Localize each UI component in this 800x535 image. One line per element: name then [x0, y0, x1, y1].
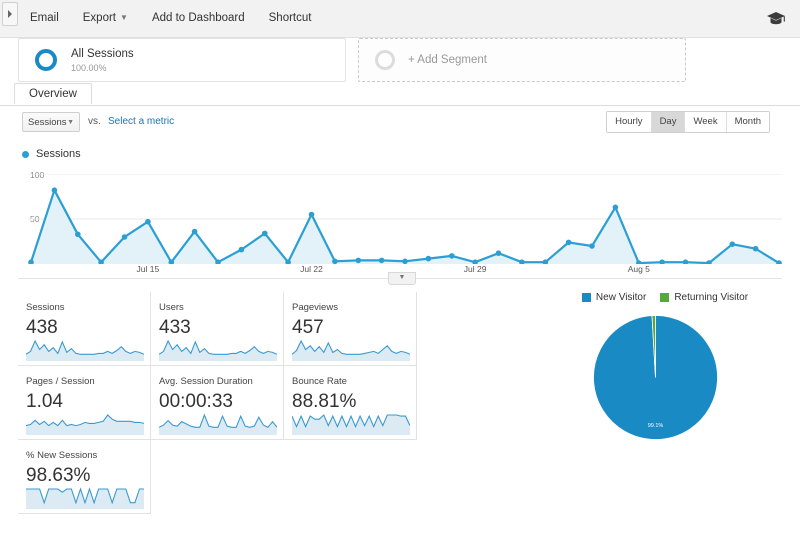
metric-card-title: Avg. Session Duration	[159, 376, 253, 387]
toolbar-email-button[interactable]: Email	[18, 11, 71, 25]
metric-card-bounce-rate[interactable]: Bounce Rate 88.81%	[284, 366, 417, 440]
toolbar-export-button[interactable]: Export ▼	[71, 11, 140, 25]
sessions-timeseries-chart: 100 50 Jul 15 Jul 22 Jul 29 Aug 5	[18, 164, 782, 274]
metric-cards-grid: Sessions 438 Users 433 Pageviews 457 Pag…	[18, 292, 438, 514]
metric-card-sparkline	[159, 339, 277, 361]
select-a-metric-link[interactable]: Select a metric	[108, 116, 174, 127]
metric-card-title: Pages / Session	[26, 376, 95, 387]
metric-card-title: Bounce Rate	[292, 376, 347, 387]
pie-legend-swatch	[581, 293, 591, 302]
metric-card-value: 457	[292, 317, 324, 338]
chevron-right-icon	[8, 10, 12, 18]
metric-card-sparkline	[292, 413, 410, 435]
metric-card-sparkline	[26, 339, 144, 361]
x-axis-tick-label: Jul 22	[300, 264, 323, 274]
x-axis-tick-label: Jul 29	[463, 264, 487, 274]
granularity-month-button[interactable]: Month	[726, 112, 769, 132]
analytics-audience-overview-page: Email Export▼ Add to Dashboard Shortcut	[0, 0, 800, 535]
metric-card-title: Pageviews	[292, 302, 338, 313]
metric-card-sparkline	[159, 413, 277, 435]
toolbar-email-label: Email	[30, 12, 59, 24]
add-segment-ring-icon	[375, 50, 395, 70]
toolbar-add-to-dashboard-label: Add to Dashboard	[151, 12, 245, 24]
metric-cards-row-1: Sessions 438 Users 433 Pageviews 457	[18, 292, 438, 366]
series-legend: Sessions	[22, 148, 81, 160]
new-vs-returning-pie-panel: New Visitor Returning Visitor 99.1%	[540, 292, 790, 467]
add-segment-button[interactable]: + Add Segment	[358, 38, 686, 82]
metric-card-percent-new-sessions[interactable]: % New Sessions 98.63%	[18, 440, 151, 514]
granularity-button-group: Hourly Day Week Month	[606, 111, 770, 133]
toolbar-export-label: Export	[82, 12, 117, 24]
pie-chart[interactable]	[593, 315, 718, 440]
metric-card-value: 00:00:33	[159, 391, 233, 412]
metric-card-avg-session-duration[interactable]: Avg. Session Duration 00:00:33	[151, 366, 284, 440]
metric-card-value: 1.04	[26, 391, 63, 412]
pie-legend-item-returning-visitor[interactable]: Returning Visitor	[660, 292, 748, 303]
series-legend-dot-icon	[22, 150, 29, 158]
pie-legend: New Visitor Returning Visitor	[540, 292, 790, 303]
primary-metric-label: Sessions	[28, 116, 67, 128]
pie-legend-label: Returning Visitor	[674, 292, 749, 303]
metric-card-pageviews[interactable]: Pageviews 457	[284, 292, 417, 366]
tab-overview[interactable]: Overview	[14, 83, 92, 104]
chevron-down-icon: ▼	[120, 13, 128, 22]
chart-plot-area[interactable]	[28, 174, 782, 264]
metric-card-pages-per-session[interactable]: Pages / Session 1.04	[18, 366, 151, 440]
sidebar-expander-button[interactable]	[2, 2, 18, 26]
granularity-day-button[interactable]: Day	[651, 112, 686, 132]
top-toolbar: Email Export ▼ Add to Dashboard Shortcut	[0, 0, 800, 38]
segment-ring-icon	[35, 49, 57, 71]
tab-overview-label: Overview	[29, 88, 77, 100]
x-axis-tick-label: Jul 15	[136, 264, 160, 274]
metric-card-sparkline	[26, 487, 144, 509]
metric-card-sparkline	[292, 339, 410, 361]
segment-percent: 100.00%	[71, 62, 107, 73]
vs-label: vs.	[88, 116, 101, 127]
metric-card-value: 88.81%	[292, 391, 357, 412]
metric-card-value: 98.63%	[26, 465, 91, 486]
granularity-week-button[interactable]: Week	[685, 112, 727, 132]
metric-card-sessions[interactable]: Sessions 438	[18, 292, 151, 366]
toolbar-shortcut-label: Shortcut	[268, 12, 312, 24]
metric-card-users[interactable]: Users 433	[151, 292, 284, 366]
chevron-down-icon: ▼	[398, 274, 406, 281]
add-segment-label: + Add Segment	[408, 54, 487, 66]
chart-collapse-handle[interactable]: ▼	[388, 272, 416, 285]
x-axis-tick-label: Aug 5	[627, 264, 650, 274]
tab-strip: Overview	[0, 83, 800, 106]
metric-cards-row-2: Pages / Session 1.04 Avg. Session Durati…	[18, 366, 438, 440]
toolbar-actions: Email Export ▼ Add to Dashboard Shortcut	[18, 11, 323, 25]
pie-legend-swatch	[660, 293, 670, 302]
toolbar-shortcut-button[interactable]: Shortcut	[257, 11, 324, 25]
metric-card-sparkline	[26, 413, 144, 435]
granularity-hourly-button[interactable]: Hourly	[607, 112, 652, 132]
toolbar-add-to-dashboard-button[interactable]: Add to Dashboard	[140, 11, 257, 25]
series-legend-label: Sessions	[36, 148, 81, 160]
metric-card-value: 438	[26, 317, 58, 338]
segment-text-block: All Sessions 100.00%	[71, 47, 134, 74]
pie-legend-item-new-visitor[interactable]: New Visitor	[581, 292, 647, 303]
segment-all-sessions[interactable]: All Sessions 100.00%	[18, 38, 346, 82]
pie-chart-svg	[593, 315, 718, 440]
chart-svg	[28, 174, 782, 264]
pie-legend-label: New Visitor	[595, 292, 647, 303]
metric-selector-row: Sessions ▼ vs. Select a metric Hourly Da…	[0, 110, 800, 138]
primary-metric-dropdown[interactable]: Sessions ▼	[22, 112, 80, 132]
chevron-down-icon: ▼	[67, 118, 74, 126]
segment-bar: All Sessions 100.00% + Add Segment	[0, 38, 800, 83]
metric-card-title: Users	[159, 302, 184, 313]
metric-cards-row-3: % New Sessions 98.63%	[18, 440, 438, 514]
metric-card-value: 433	[159, 317, 191, 338]
metric-card-title: Sessions	[26, 302, 65, 313]
graduation-cap-icon[interactable]	[766, 10, 786, 26]
segment-name: All Sessions	[71, 47, 134, 60]
metric-card-title: % New Sessions	[26, 450, 98, 461]
pie-data-label: 99.1%	[647, 423, 664, 429]
